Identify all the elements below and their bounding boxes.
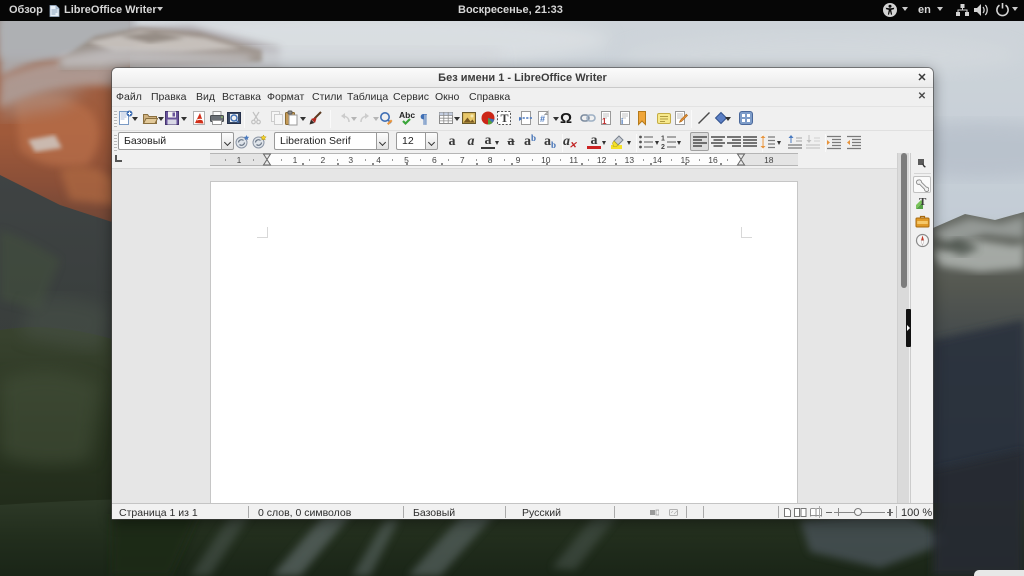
svg-text:Abc: Abc (399, 110, 415, 120)
svg-text:1: 1 (661, 136, 665, 143)
svg-text:T: T (919, 196, 927, 208)
svg-text:1: 1 (602, 117, 607, 126)
svg-text:i: i (621, 117, 623, 126)
svg-text:Ω: Ω (560, 110, 572, 126)
svg-text:¶: ¶ (420, 112, 428, 126)
svg-text:#: # (540, 114, 545, 124)
svg-text:2: 2 (661, 144, 665, 150)
svg-text:T: T (501, 111, 509, 125)
